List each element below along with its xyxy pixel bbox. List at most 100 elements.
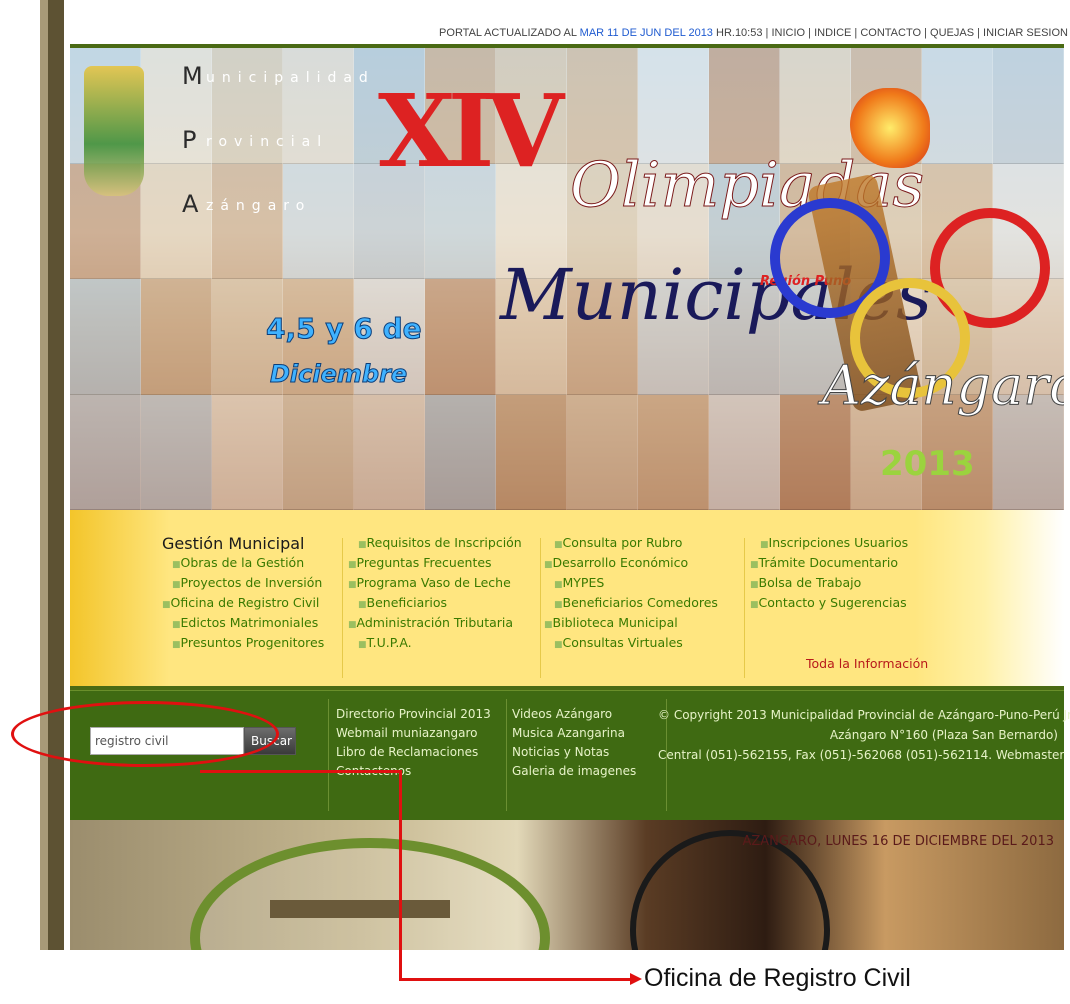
annotation-connector (399, 978, 635, 981)
menu-item-comedores[interactable]: Beneficiarios Comedores (544, 594, 718, 614)
banner-tile (780, 48, 851, 164)
copyright-block: © Copyright 2013 Municipalidad Provincia… (658, 705, 1070, 765)
banner-tile (212, 163, 283, 279)
dates-line-2: Diciembre (269, 360, 408, 389)
menu-item-obras[interactable]: Obras de la Gestión (162, 554, 324, 574)
link-videos[interactable]: Videos Azángaro (512, 705, 636, 724)
banner-tile (709, 48, 780, 164)
menu-item-mypes[interactable]: MYPES (544, 574, 718, 594)
menu-item-biblioteca[interactable]: Biblioteca Municipal (544, 614, 718, 634)
footer-divider (328, 699, 329, 811)
banner-tile (212, 394, 283, 510)
municipal-crest-icon (84, 66, 144, 196)
link-musica[interactable]: Musica Azangarina (512, 724, 636, 743)
banner-tile (141, 279, 212, 395)
menu-item-administracion[interactable]: Administración Tributaria (348, 614, 522, 634)
olimpiadas-banner: M unicipalidad P rovincial A zángaro XIV… (70, 44, 1064, 510)
annotation-highlight-ellipse (11, 701, 279, 767)
copyright-line-3: Central (051)-562155, Fax (051)-562068 (… (658, 748, 1065, 762)
menu-column-4: Inscripciones Usuarios Trámite Documenta… (750, 534, 909, 614)
banner-tile (425, 394, 496, 510)
banner-tile (638, 394, 709, 510)
updated-date-link[interactable]: MAR 11 DE JUN DEL 2013 (580, 27, 713, 39)
mpa-word-municipalidad: unicipalidad (206, 70, 375, 86)
menu-divider (540, 538, 541, 678)
link-libro-reclamaciones[interactable]: Libro de Reclamaciones (336, 743, 491, 762)
menu-item-bolsa-trabajo[interactable]: Bolsa de Trabajo (750, 574, 908, 594)
copyright-line-2: Azángaro N°160 (Plaza San Bernardo) (829, 728, 1058, 742)
menu-item-consultas-virtuales[interactable]: Consultas Virtuales (544, 634, 718, 654)
banner-tile (70, 279, 141, 395)
menu-item-registro-civil[interactable]: Oficina de Registro Civil (162, 594, 324, 614)
footer-divider (506, 699, 507, 811)
banner-tile (709, 394, 780, 510)
annotation-arrow-icon (630, 973, 642, 985)
banner-tile (141, 394, 212, 510)
menu-item-consulta-rubro[interactable]: Consulta por Rubro (544, 534, 718, 554)
banner-tile (141, 163, 212, 279)
menu-item-beneficiarios[interactable]: Beneficiarios (348, 594, 522, 614)
banner-tile (496, 394, 567, 510)
menu-item-edictos[interactable]: Edictos Matrimoniales (162, 614, 324, 634)
toda-la-informacion-link[interactable]: Toda la Información (806, 656, 928, 671)
menu-column-1: Gestión Municipal Obras de la Gestión Pr… (162, 534, 324, 654)
menu-column-2: Requisitos de Inscripción Preguntas Frec… (348, 534, 522, 654)
copyright-line-1: © Copyright 2013 Municipalidad Provincia… (658, 708, 1070, 722)
banner-tile (283, 394, 354, 510)
city-azangaro: Azángaro (822, 354, 1064, 418)
annotation-label: Oficina de Registro Civil (644, 964, 911, 992)
link-directorio[interactable]: Directorio Provincial 2013 (336, 705, 491, 724)
mpa-word-provincial: rovincial (206, 134, 329, 150)
menu-item-vaso-de-leche[interactable]: Programa Vaso de Leche (348, 574, 522, 594)
menu-item-requisitos[interactable]: Requisitos de Inscripción (348, 534, 522, 554)
menu-divider (342, 538, 343, 678)
updated-time: HR.10:53 (712, 27, 763, 39)
bottom-photo: AZANGARO, LUNES 16 DE DICIEMBRE DEL 2013 (70, 820, 1064, 950)
roman-numeral-xiv: XIV (378, 72, 564, 190)
top-bar: PORTAL ACTUALIZADO AL MAR 11 DE JUN DEL … (439, 27, 1068, 39)
menu-column-3: Consulta por Rubro Desarrollo Económico … (544, 534, 718, 654)
inicio-link[interactable]: INICIO (771, 27, 805, 39)
left-edge-strip (0, 0, 64, 950)
menu-item-desarrollo[interactable]: Desarrollo Económico (544, 554, 718, 574)
link-noticias[interactable]: Noticias y Notas (512, 743, 636, 762)
banner-tile (922, 48, 993, 164)
mpa-letter-p: P (182, 126, 197, 154)
updated-prefix: PORTAL ACTUALIZADO AL (439, 27, 580, 39)
bench-photo-shape (270, 900, 450, 918)
mpa-letter-m: M (182, 62, 203, 90)
menu-item-proyectos[interactable]: Proyectos de Inversión (162, 574, 324, 594)
plaza-photo-shape (190, 838, 550, 950)
mpa-letter-a: A (182, 190, 199, 218)
quejas-link[interactable]: QUEJAS (930, 27, 974, 39)
menu-item-tupa[interactable]: T.U.P.A. (348, 634, 522, 654)
banner-tile (283, 163, 354, 279)
menu-item-progenitores[interactable]: Presuntos Progenitores (162, 634, 325, 654)
banner-tile (425, 279, 496, 395)
mpa-word-azangaro: zángaro (206, 198, 312, 214)
browser-page: PORTAL ACTUALIZADO AL MAR 11 DE JUN DEL … (64, 0, 1070, 955)
main-menu: Gestión Municipal Obras de la Gestión Pr… (70, 510, 1064, 690)
menu-item-preguntas[interactable]: Preguntas Frecuentes (348, 554, 522, 574)
year-2013: 2013 (880, 444, 975, 484)
contacto-link[interactable]: CONTACTO (860, 27, 921, 39)
current-date-text: AZANGARO, LUNES 16 DE DICIEMBRE DEL 2013 (742, 834, 1054, 849)
annotation-connector (399, 771, 402, 980)
gestion-municipal-heading: Gestión Municipal (162, 534, 305, 553)
banner-tile (354, 394, 425, 510)
menu-item-contacto-sugerencias[interactable]: Contacto y Sugerencias (750, 594, 908, 614)
link-webmail[interactable]: Webmail muniazangaro (336, 724, 491, 743)
footer-links-2: Videos Azángaro Musica Azangarina Notici… (512, 705, 636, 781)
banner-tile (993, 48, 1064, 164)
iniciar-sesion-link[interactable]: INICIAR SESION (983, 27, 1068, 39)
menu-divider (744, 538, 745, 678)
dates-line-1: 4,5 y 6 de (266, 312, 423, 346)
banner-tile (567, 48, 638, 164)
indice-link[interactable]: INDICE (814, 27, 851, 39)
link-galeria[interactable]: Galeria de imagenes (512, 762, 636, 781)
menu-item-inscripciones[interactable]: Inscripciones Usuarios (750, 534, 909, 554)
annotation-connector (200, 770, 402, 773)
menu-item-tramite[interactable]: Trámite Documentario (750, 554, 908, 574)
banner-tile (567, 394, 638, 510)
banner-tile (638, 48, 709, 164)
